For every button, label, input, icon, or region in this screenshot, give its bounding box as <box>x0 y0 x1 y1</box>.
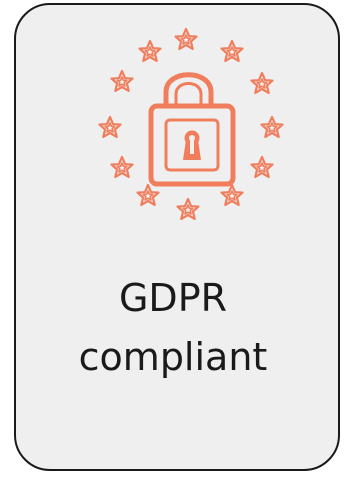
star-icon <box>220 39 244 63</box>
star-icon <box>250 155 274 178</box>
star-icon <box>176 197 200 220</box>
badge-subtitle: compliant <box>78 335 268 379</box>
star-icon <box>110 155 134 178</box>
stars-ring <box>98 27 284 220</box>
eu-stars-padlock-icon <box>98 27 284 220</box>
star-icon <box>136 183 160 206</box>
star-icon <box>110 69 134 93</box>
star-icon <box>260 115 284 138</box>
star-icon <box>98 115 122 138</box>
star-icon <box>220 183 244 206</box>
star-icon <box>174 27 198 51</box>
star-icon <box>138 39 162 63</box>
badge-title: GDPR <box>118 276 228 320</box>
star-icon <box>250 71 274 95</box>
padlock-icon <box>148 72 236 187</box>
